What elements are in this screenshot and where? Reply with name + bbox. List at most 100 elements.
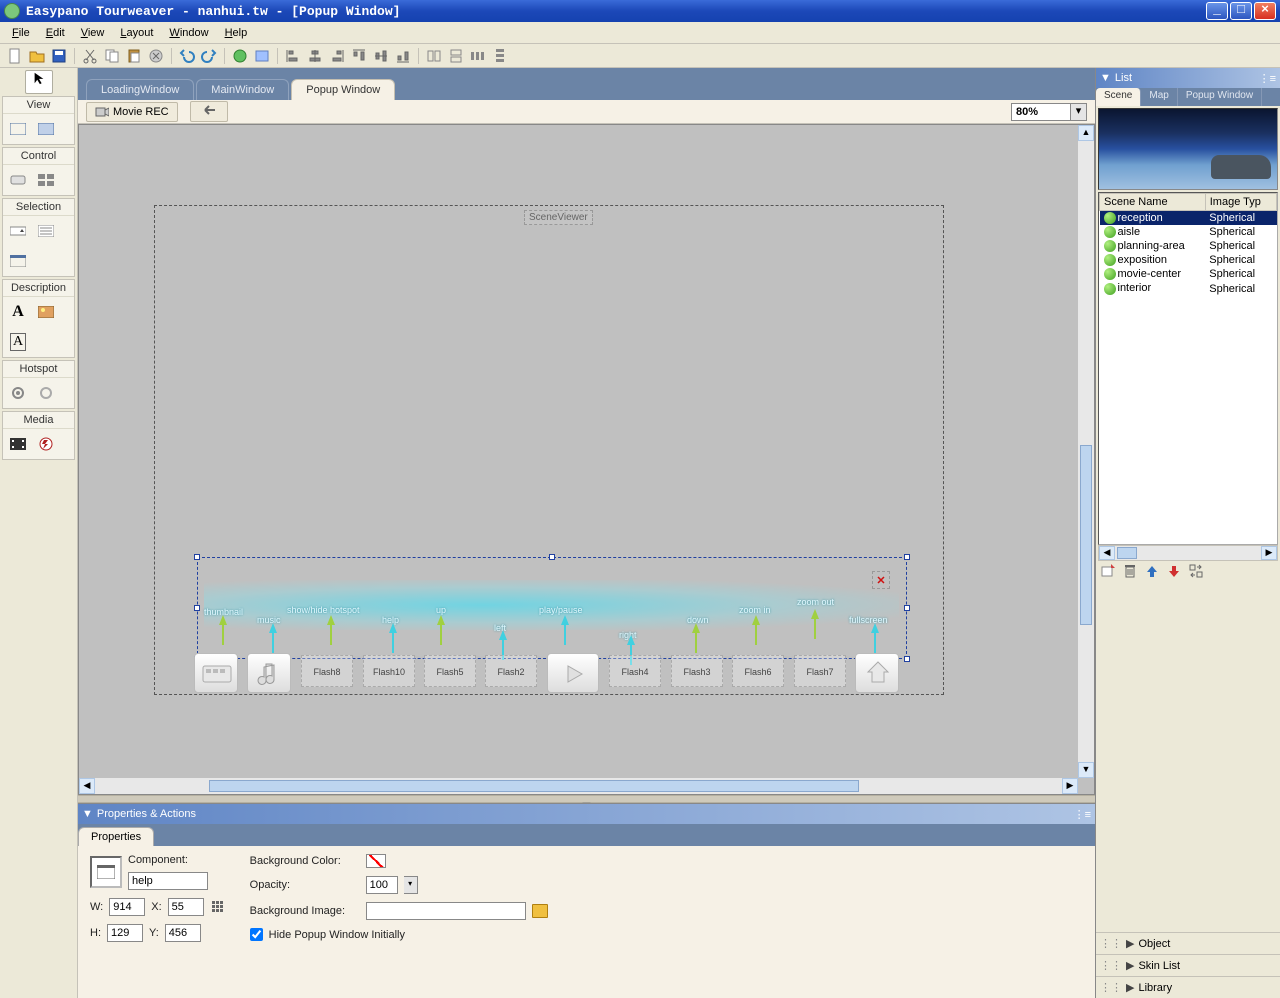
col-image-type[interactable]: Image Typ <box>1205 194 1276 211</box>
list-collapse-tri-icon[interactable]: ▼ <box>1100 72 1111 84</box>
grid-snap-icon[interactable] <box>210 899 226 915</box>
tab-popupwindow[interactable]: Popup Window <box>291 79 395 100</box>
zoom-input[interactable] <box>1011 103 1071 121</box>
redo-icon[interactable] <box>199 46 219 66</box>
library-panel-row[interactable]: ⋮⋮▶ Library <box>1096 976 1280 998</box>
table-row[interactable]: expositionSpherical <box>1100 253 1277 267</box>
width-input[interactable] <box>109 898 145 916</box>
component-name-input[interactable] <box>128 872 208 890</box>
hide-popup-checkbox[interactable] <box>250 928 263 941</box>
distribute-h-icon[interactable] <box>468 46 488 66</box>
save-icon[interactable] <box>49 46 69 66</box>
listbox-icon[interactable] <box>35 220 57 242</box>
video-icon[interactable] <box>7 433 29 455</box>
delete-scene-icon[interactable] <box>1122 563 1138 579</box>
table-row[interactable]: interiorSpherical <box>1100 281 1277 295</box>
flash-btn-6[interactable]: Flash6 <box>732 655 784 687</box>
preview-icon[interactable] <box>230 46 250 66</box>
scene-viewer-icon[interactable] <box>7 118 29 140</box>
flash-btn-2[interactable]: Flash2 <box>485 655 537 687</box>
hscroll-thumb[interactable] <box>1117 547 1137 559</box>
height-input[interactable] <box>107 924 143 942</box>
flash-play-btn[interactable] <box>547 653 599 693</box>
align-center-v-icon[interactable] <box>371 46 391 66</box>
menu-layout[interactable]: Layout <box>112 25 161 41</box>
same-height-icon[interactable] <box>446 46 466 66</box>
menu-help[interactable]: Help <box>217 25 256 41</box>
list-options-icon[interactable]: ⋮≡ <box>1259 72 1276 85</box>
flash-btn-10[interactable]: Flash10 <box>363 655 415 687</box>
move-down-icon[interactable] <box>1166 563 1182 579</box>
flash-music-btn[interactable] <box>247 653 291 693</box>
menu-view[interactable]: View <box>73 25 113 41</box>
flash-btn-5[interactable]: Flash5 <box>424 655 476 687</box>
paste-icon[interactable] <box>124 46 144 66</box>
object-panel-row[interactable]: ⋮⋮▶ Object <box>1096 932 1280 954</box>
delete-x-icon[interactable]: ✕ <box>872 571 890 589</box>
same-width-icon[interactable] <box>424 46 444 66</box>
table-row[interactable]: movie-centerSpherical <box>1100 267 1277 281</box>
menu-window[interactable]: Window <box>161 25 216 41</box>
opacity-input[interactable] <box>366 876 398 894</box>
x-input[interactable] <box>168 898 204 916</box>
copy-icon[interactable] <box>102 46 122 66</box>
align-center-h-icon[interactable] <box>305 46 325 66</box>
panel-splitter[interactable] <box>78 795 1095 803</box>
flash-btn-4[interactable]: Flash4 <box>609 655 661 687</box>
open-file-icon[interactable] <box>27 46 47 66</box>
point-hotspot-icon[interactable] <box>7 382 29 404</box>
selection-tool-button[interactable] <box>25 70 53 94</box>
undo-icon[interactable] <box>177 46 197 66</box>
polygon-hotspot-icon[interactable] <box>35 382 57 404</box>
flash-fullscreen-btn[interactable] <box>855 653 899 693</box>
scroll-h-thumb[interactable] <box>209 780 859 792</box>
align-bottom-icon[interactable] <box>393 46 413 66</box>
flash-icon[interactable] <box>35 433 57 455</box>
tab-scene[interactable]: Scene <box>1096 88 1141 106</box>
popup-icon[interactable] <box>7 250 29 272</box>
skinlist-panel-row[interactable]: ⋮⋮▶ Skin List <box>1096 954 1280 976</box>
button-control-icon[interactable] <box>7 169 29 191</box>
col-scene-name[interactable]: Scene Name <box>1100 194 1206 211</box>
align-right-icon[interactable] <box>327 46 347 66</box>
table-row[interactable]: planning-areaSpherical <box>1100 239 1277 253</box>
bg-color-swatch[interactable] <box>366 854 386 868</box>
zoom-dropdown-button[interactable]: ▾ <box>1071 103 1087 121</box>
close-button[interactable]: × <box>1254 2 1276 20</box>
textarea-icon[interactable]: A <box>7 331 29 353</box>
browse-folder-icon[interactable] <box>532 904 548 918</box>
delete-icon[interactable] <box>146 46 166 66</box>
tab-popup[interactable]: Popup Window <box>1178 88 1262 106</box>
map-viewer-icon[interactable] <box>35 118 57 140</box>
scene-list-hscroll[interactable]: ◀ ▶ <box>1098 545 1278 561</box>
align-top-icon[interactable] <box>349 46 369 66</box>
flash-thumbnail-btn[interactable] <box>194 653 238 693</box>
scroll-left-icon[interactable]: ◀ <box>79 778 95 794</box>
combobox-icon[interactable] <box>7 220 29 242</box>
tab-mainwindow[interactable]: MainWindow <box>196 79 289 100</box>
publish-icon[interactable] <box>252 46 272 66</box>
flash-btn-3[interactable]: Flash3 <box>671 655 723 687</box>
menu-edit[interactable]: Edit <box>38 25 73 41</box>
canvas-scrollbar-vertical[interactable]: ▲ ▼ <box>1078 125 1094 778</box>
text-icon[interactable]: A <box>7 301 29 323</box>
tab-map[interactable]: Map <box>1141 88 1177 106</box>
minimize-button[interactable]: _ <box>1206 2 1228 20</box>
maximize-button[interactable]: □ <box>1230 2 1252 20</box>
bg-image-input[interactable] <box>366 902 526 920</box>
design-canvas[interactable]: SceneViewer ✕ thumbnail music show/hide … <box>78 124 1095 795</box>
cut-icon[interactable] <box>80 46 100 66</box>
replace-scene-icon[interactable] <box>1188 563 1204 579</box>
collapse-tri-icon[interactable]: ▼ <box>82 808 93 820</box>
scroll-up-icon[interactable]: ▲ <box>1078 125 1094 141</box>
hscroll-left-icon[interactable]: ◀ <box>1099 546 1115 560</box>
y-input[interactable] <box>165 924 201 942</box>
flash-btn-7[interactable]: Flash7 <box>794 655 846 687</box>
distribute-v-icon[interactable] <box>490 46 510 66</box>
canvas-scrollbar-horizontal[interactable]: ◀ ▶ <box>79 778 1078 794</box>
scroll-v-thumb[interactable] <box>1080 445 1092 625</box>
flash-btn-8[interactable]: Flash8 <box>301 655 353 687</box>
scroll-down-icon[interactable]: ▼ <box>1078 762 1094 778</box>
back-button[interactable] <box>190 101 228 122</box>
image-icon[interactable] <box>35 301 57 323</box>
